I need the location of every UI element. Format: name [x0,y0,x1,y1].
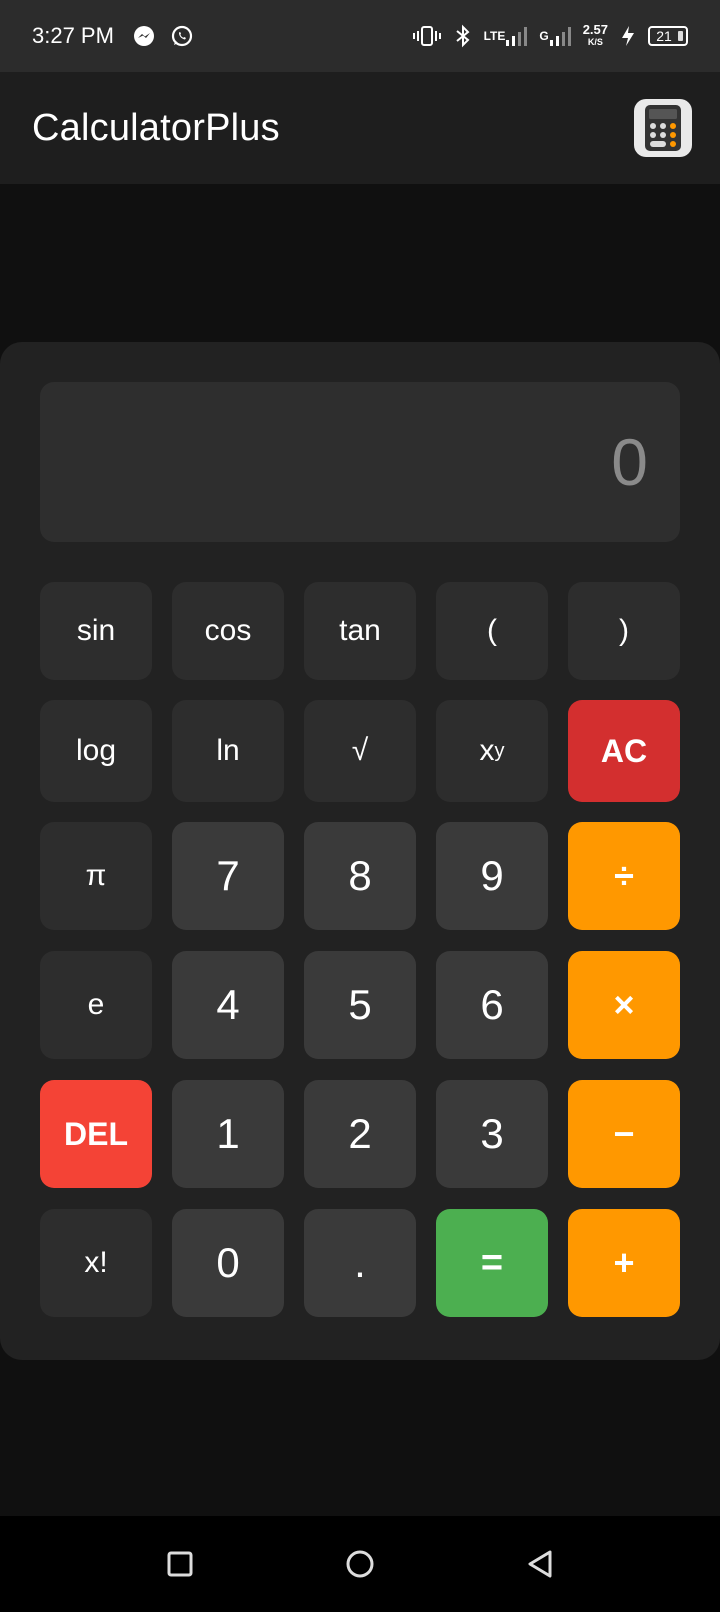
close-paren-button[interactable]: ) [568,582,680,680]
signal-2-icon: G [539,25,571,47]
battery-level: 21 [656,28,672,44]
speed-value: 2.57 [582,22,608,37]
delete-button[interactable]: DEL [40,1080,152,1188]
back-triangle-icon[interactable] [510,1534,570,1594]
power-button[interactable]: xy [436,700,548,802]
plus-button[interactable]: + [568,1209,680,1317]
cos-button[interactable]: cos [172,582,284,680]
calculator-icon [634,99,692,157]
sin-button[interactable]: sin [40,582,152,680]
factorial-button[interactable]: x! [40,1209,152,1317]
status-left: 3:27 PM [32,23,194,49]
signal-icon: LTE [484,25,528,47]
home-circle-icon[interactable] [330,1534,390,1594]
whatsapp-icon [170,24,194,48]
digit-5-button[interactable]: 5 [304,951,416,1059]
status-right: LTE G 2.57 K/S 21 [412,22,688,48]
open-paren-button[interactable]: ( [436,582,548,680]
sqrt-button[interactable]: √ [304,700,416,802]
navigation-bar [0,1516,720,1612]
tan-button[interactable]: tan [304,582,416,680]
battery-icon: 21 [648,26,688,46]
status-time: 3:27 PM [32,23,114,48]
display-value: 0 [611,425,648,499]
network-speed: 2.57 K/S [582,22,608,48]
decimal-button[interactable]: . [304,1209,416,1317]
network-type-label: LTE [483,29,506,43]
multiply-button[interactable]: × [568,951,680,1059]
digit-4-button[interactable]: 4 [172,951,284,1059]
digit-2-button[interactable]: 2 [304,1080,416,1188]
digit-3-button[interactable]: 3 [436,1080,548,1188]
power-base-label: x [479,734,495,767]
recents-square-icon[interactable] [150,1534,210,1594]
all-clear-button[interactable]: AC [568,700,680,802]
digit-1-button[interactable]: 1 [172,1080,284,1188]
power-exp-label: y [494,739,505,762]
network-type-2-label: G [539,29,549,43]
calculator-card: 0 sin cos tan ( ) log ln √ xy AC π 7 8 9… [0,342,720,1360]
digit-6-button[interactable]: 6 [436,951,548,1059]
digit-7-button[interactable]: 7 [172,822,284,930]
equals-button[interactable]: = [436,1209,548,1317]
digit-9-button[interactable]: 9 [436,822,548,930]
euler-button[interactable]: e [40,951,152,1059]
result-display: 0 [40,382,680,542]
speed-unit: K/S [587,37,603,47]
digit-8-button[interactable]: 8 [304,822,416,930]
status-bar: 3:27 PM LTE G 2.57 K/S 21 [0,0,720,72]
app-title: CalculatorPlus [32,106,280,149]
app-bar: CalculatorPlus [0,72,720,184]
bluetooth-icon [454,24,472,48]
digit-0-button[interactable]: 0 [172,1209,284,1317]
charging-icon [620,24,636,48]
messenger-icon [132,24,156,48]
vibrate-icon [412,24,442,48]
pi-button[interactable]: π [40,822,152,930]
log-button[interactable]: log [40,700,152,802]
ln-button[interactable]: ln [172,700,284,802]
minus-button[interactable]: − [568,1080,680,1188]
divide-button[interactable]: ÷ [568,822,680,930]
